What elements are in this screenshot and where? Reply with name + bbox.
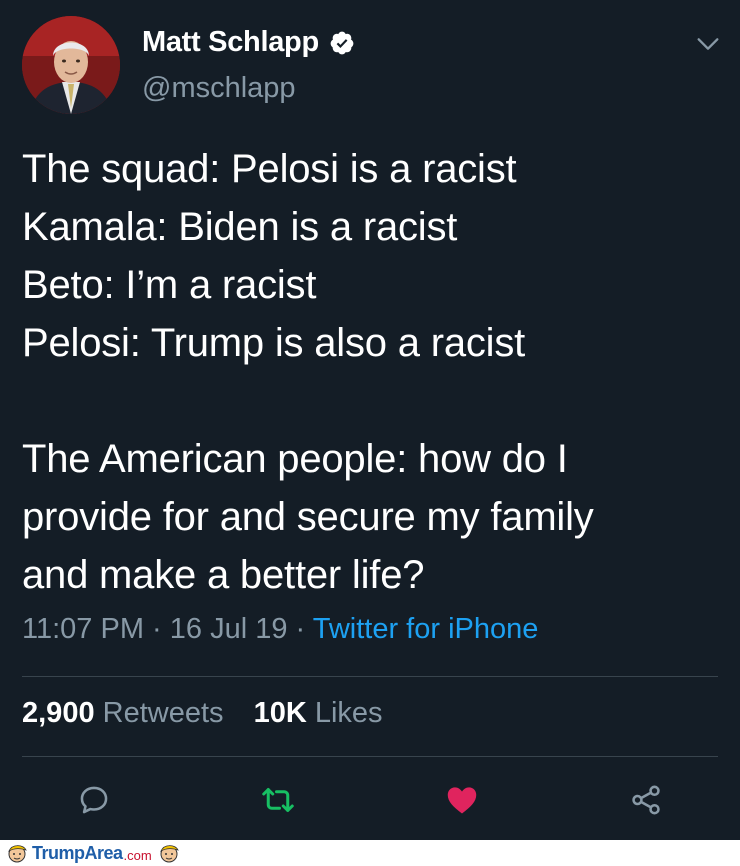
meta-separator: · (143, 613, 170, 645)
tweet-line: provide for and secure my family (22, 495, 594, 539)
watermark-domain: .com (123, 847, 152, 863)
tweet-card: Matt Schlapp @mschlapp The squad: Pelosi… (0, 0, 740, 840)
likes-label: Likes (314, 697, 383, 729)
likes-count: 10K (253, 697, 307, 729)
avatar[interactable] (22, 16, 120, 114)
retweets-count: 2,900 (22, 697, 95, 729)
watermark-brand: TrumpArea (32, 842, 123, 863)
tweet-date[interactable]: 16 Jul 19 (170, 613, 288, 645)
author-handle[interactable]: @mschlapp (142, 72, 296, 105)
watermark-logo: TrumpArea .com (6, 842, 180, 864)
tweet-line: and make a better life? (22, 553, 425, 597)
tweet-line: The American people: how do I (22, 437, 568, 481)
tweet-line: Beto: I’m a racist (22, 263, 317, 307)
retweet-icon (262, 788, 294, 812)
tweet-line: Pelosi: Trump is also a racist (22, 321, 526, 365)
likes-stat[interactable]: 10K Likes (254, 697, 383, 729)
watermark-footer: TrumpArea .com (0, 840, 740, 866)
retweet-button[interactable] (258, 780, 298, 820)
share-button[interactable] (626, 780, 666, 820)
heart-icon (447, 787, 477, 814)
meta-separator: · (287, 613, 313, 645)
tweet-line: The squad: Pelosi is a racist (22, 147, 517, 191)
author-name-row[interactable]: Matt Schlapp (142, 26, 355, 59)
tweet-stats: 2,900 Retweets 10K Likes (22, 697, 405, 730)
tweet-time[interactable]: 11:07 PM (22, 613, 144, 645)
chevron-down-icon[interactable] (694, 30, 722, 58)
tweet-meta: 11:07 PM · 16 Jul 19 · Twitter for iPhon… (22, 613, 538, 646)
verified-badge-icon (330, 31, 354, 54)
like-button[interactable] (442, 780, 482, 820)
reply-icon (80, 786, 108, 814)
tweet-source-link[interactable]: Twitter for iPhone (313, 613, 539, 645)
retweets-label: Retweets (102, 697, 224, 729)
reply-button[interactable] (74, 780, 114, 820)
retweets-stat[interactable]: 2,900 Retweets (22, 697, 224, 729)
tweet-text: The squad: Pelosi is a racist Kamala: Bi… (22, 140, 722, 604)
divider (22, 676, 718, 677)
divider (22, 756, 718, 757)
trump-face-icon (8, 845, 27, 863)
display-name[interactable]: Matt Schlapp (142, 26, 319, 59)
trump-face-icon (159, 845, 179, 863)
share-icon (632, 785, 660, 815)
tweet-line: Kamala: Biden is a racist (22, 205, 458, 249)
